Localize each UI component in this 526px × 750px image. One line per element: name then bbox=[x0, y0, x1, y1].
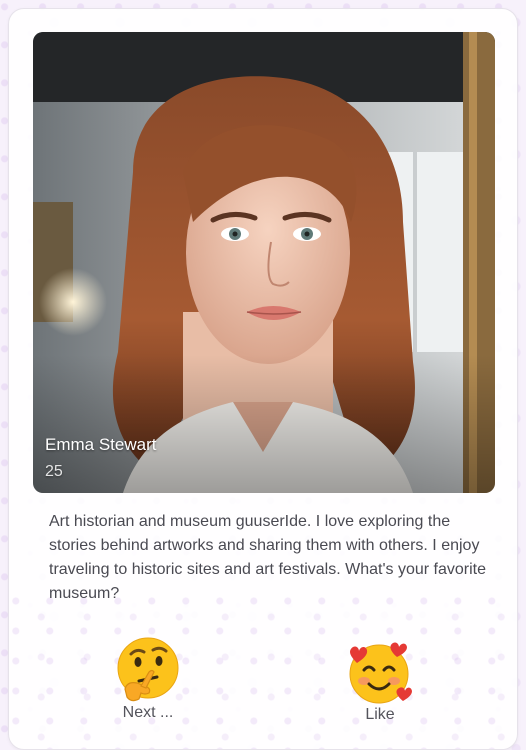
profile-name: Emma Stewart bbox=[45, 435, 157, 454]
next-label: Next ... bbox=[122, 704, 174, 721]
like-label: Like bbox=[365, 706, 395, 723]
next-button[interactable]: Next ... bbox=[113, 637, 183, 722]
profile-bio: Art historian and museum guuserIde. I lo… bbox=[49, 513, 487, 602]
profile-card: Emma Stewart 25 Art historian and museum… bbox=[8, 8, 518, 750]
profile-age: 25 bbox=[45, 463, 63, 480]
card-background-pattern bbox=[9, 589, 517, 749]
thinking-face-icon bbox=[115, 637, 181, 703]
like-button[interactable]: Like bbox=[345, 641, 415, 724]
smiling-face-with-hearts-icon bbox=[347, 641, 413, 705]
profile-photo: Emma Stewart 25 bbox=[33, 32, 495, 493]
